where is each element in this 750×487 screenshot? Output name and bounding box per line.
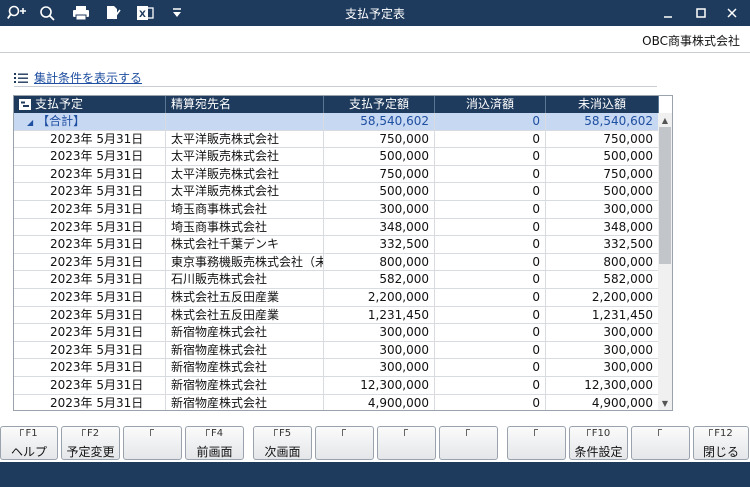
tree-toggle-icon	[19, 99, 31, 110]
total-uncleared-cell: 58,540,602	[546, 113, 659, 130]
f4-previous-screen-button[interactable]: F4 前画面	[185, 426, 244, 460]
scroll-down-icon[interactable]: ▼	[658, 397, 672, 409]
function-key-bar: F1 ヘルプ F2 予定変更 F4 前画面 F5 次画面 F10 条件設定 F12 閉じる	[0, 426, 750, 462]
f1-help-button[interactable]: F1 ヘルプ	[0, 426, 58, 460]
collapse-triangle-icon[interactable]: ◢	[27, 118, 33, 127]
table-row[interactable]: 2023年 5月31日 株式会社五反田産業 2,200,000 0 2,200,000	[14, 288, 659, 307]
total-planned-cell: 58,540,602	[324, 113, 435, 130]
table-row[interactable]: 2023年 5月31日 新宿物産株式会社 300,000 0 300,000	[14, 359, 659, 377]
company-name: OBC商事株式会社	[642, 34, 740, 48]
f7-button[interactable]	[377, 426, 436, 460]
column-header-cleared-amount[interactable]: 消込済額	[435, 96, 546, 113]
grid-header: 支払予定 精算宛先名 支払予定額 消込済額 未消込額	[14, 96, 659, 113]
total-payee-cell	[166, 113, 324, 130]
table-row[interactable]: 2023年 5月31日 石川販売株式会社 582,000 0 582,000	[14, 271, 659, 289]
f3-button[interactable]	[123, 426, 182, 460]
f2-change-schedule-button[interactable]: F2 予定変更	[61, 426, 120, 460]
column-header-uncleared-amount[interactable]: 未消込額	[546, 96, 659, 113]
column-header-payment-date[interactable]: 支払予定	[14, 96, 166, 113]
table-row[interactable]: 2023年 5月31日 東京事務機販売株式会社（未 800,000 0 800,000	[14, 253, 659, 272]
table-row[interactable]: 2023年 5月31日 太平洋販売株式会社 750,000 0 750,000	[14, 165, 659, 184]
scrollbar-thumb[interactable]	[659, 127, 671, 264]
title-bar: X 支払予定表	[0, 0, 750, 26]
table-row[interactable]: 2023年 5月31日 新宿物産株式会社 300,000 0 300,000	[14, 341, 659, 360]
table-row[interactable]: 2023年 5月31日 埼玉商事株式会社 348,000 0 348,000	[14, 218, 659, 237]
f5-next-screen-button[interactable]: F5 次画面	[253, 426, 312, 460]
column-header-payee[interactable]: 精算宛先名	[166, 96, 324, 113]
table-row[interactable]: 2023年 5月31日 株式会社五反田産業 1,231,450 0 1,231,450	[14, 306, 659, 325]
close-button[interactable]	[720, 3, 744, 23]
table-row[interactable]: 2023年 5月31日 新宿物産株式会社 4,900,000 0 4,900,000	[14, 394, 659, 410]
column-header-planned-amount[interactable]: 支払予定額	[324, 96, 435, 113]
table-row[interactable]: 2023年 5月31日 太平洋販売株式会社 500,000 0 500,000	[14, 148, 659, 166]
table-row[interactable]: 2023年 5月31日 埼玉商事株式会社 300,000 0 300,000	[14, 200, 659, 219]
grid-rows: ◢ 【合計】 58,540,602 0 58,540,602 2023年 5月31…	[14, 113, 659, 410]
f9-button[interactable]	[507, 426, 566, 460]
status-bar	[0, 462, 750, 487]
f6-button[interactable]	[315, 426, 374, 460]
list-icon	[14, 72, 28, 83]
payment-schedule-grid: 支払予定 精算宛先名 支払予定額 消込済額 未消込額 ◢ 【合計】 58,540,…	[13, 95, 673, 411]
total-cleared-cell: 0	[435, 113, 546, 130]
minimize-button[interactable]	[656, 3, 680, 23]
total-label-cell: ◢ 【合計】	[14, 113, 166, 130]
header-divider	[0, 52, 750, 53]
filter-link-label[interactable]: 集計条件を表示する	[34, 69, 142, 86]
f11-button[interactable]	[631, 426, 690, 460]
f10-condition-settings-button[interactable]: F10 条件設定	[569, 426, 628, 460]
table-row[interactable]: 2023年 5月31日 新宿物産株式会社 300,000 0 300,000	[14, 324, 659, 342]
table-row[interactable]: 2023年 5月31日 株式会社千葉デンキ 332,500 0 332,500	[14, 236, 659, 254]
total-row[interactable]: ◢ 【合計】 58,540,602 0 58,540,602	[14, 113, 659, 131]
window-title: 支払予定表	[344, 7, 405, 21]
f12-close-button[interactable]: F12 閉じる	[693, 426, 749, 460]
table-row[interactable]: 2023年 5月31日 新宿物産株式会社 12,300,000 0 12,300,000	[14, 376, 659, 395]
f8-button[interactable]	[439, 426, 498, 460]
table-row[interactable]: 2023年 5月31日 太平洋販売株式会社 750,000 0 750,000	[14, 130, 659, 149]
filter-divider	[14, 86, 657, 87]
vertical-scrollbar[interactable]: ▲ ▼	[658, 113, 672, 410]
show-filter-conditions-link[interactable]: 集計条件を表示する	[14, 69, 142, 86]
table-row[interactable]: 2023年 5月31日 太平洋販売株式会社 500,000 0 500,000	[14, 183, 659, 201]
scroll-up-icon[interactable]: ▲	[658, 114, 672, 126]
maximize-button[interactable]	[689, 3, 713, 23]
